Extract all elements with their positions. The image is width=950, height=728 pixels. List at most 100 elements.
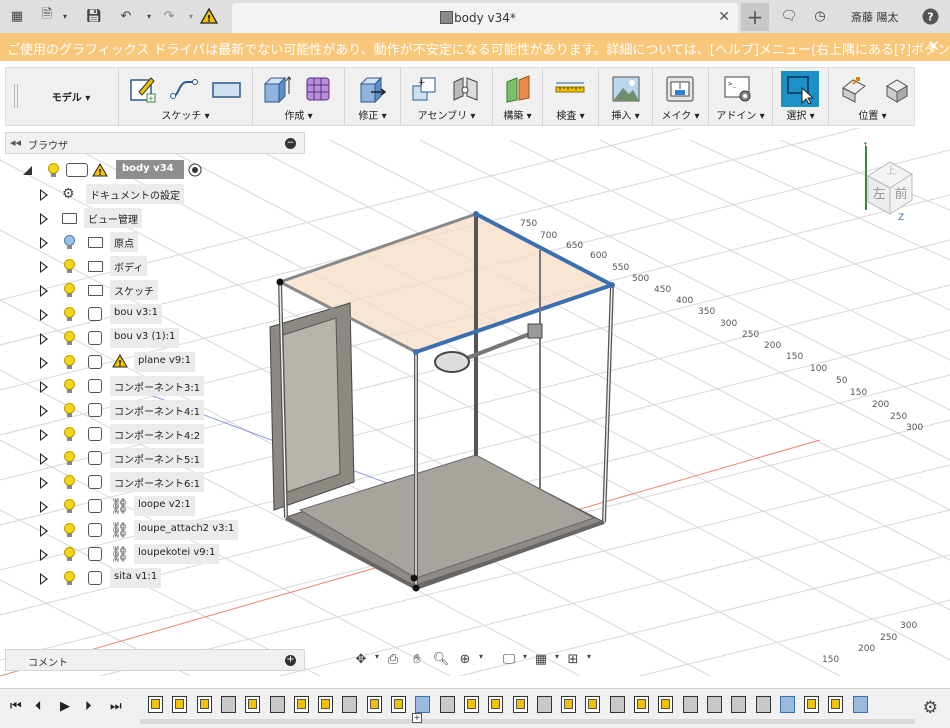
browser-tree-item[interactable]: コンポーネント3:1 [36,376,276,398]
notification-icon[interactable]: 🗨︎ [780,7,798,25]
warning-icon[interactable]: ! [112,354,128,371]
comment-panel-header[interactable]: コメント + [5,649,305,671]
visibility-bulb-icon[interactable] [64,235,75,249]
timeline-extrude-feature[interactable] [439,696,455,713]
construct-group[interactable]: 構築 ▾ [492,68,542,125]
modify-group-label[interactable]: 修正 ▾ [345,107,400,122]
collapse-browser-icon[interactable]: ◂◂ [10,136,21,149]
timeline-sketch-feature[interactable] [245,696,261,713]
timeline-sketch-feature[interactable] [634,696,649,713]
browser-tree-item-label[interactable]: plane v9:1 [134,352,195,372]
browser-tree-item[interactable]: ⛓︎ loope v2:1 [36,496,276,518]
timeline-sketch-feature[interactable] [172,696,188,713]
expand-arrow-icon[interactable] [40,309,48,321]
browser-tree-item[interactable]: ! plane v9:1 [36,352,276,374]
visibility-bulb-icon[interactable] [64,379,75,393]
browser-tree-item-label[interactable]: bou v3 (1):1 [110,328,180,348]
viewcube-left-face[interactable]: 左 [872,187,885,202]
browser-tree-item[interactable]: bou v3 (1):1 [36,328,276,350]
expand-arrow-icon[interactable] [40,357,48,369]
addins-group-label[interactable]: アドイン ▾ [709,107,772,122]
visibility-bulb-icon[interactable] [64,571,75,585]
line-icon[interactable] [169,74,199,104]
file-icon[interactable]: 🗎 [38,7,56,25]
revert-position-icon[interactable] [881,74,911,104]
browser-tree-item-label[interactable]: コンポーネント6:1 [110,472,205,492]
expand-arrow-icon[interactable] [40,453,48,465]
browser-tree-item[interactable]: コンポーネント4:2 [36,424,276,446]
browser-tree-item[interactable]: コンポーネント5:1 [36,448,276,470]
timeline-extrude-feature[interactable] [342,696,358,713]
expand-arrow-icon[interactable] [40,573,48,585]
expand-arrow-icon[interactable] [40,549,48,561]
document-tab[interactable]: body v34* ✕ [232,3,738,33]
position-group-label[interactable]: 位置 ▾ [829,107,916,122]
assemble-group[interactable]: + アセンブリ ▾ [400,68,492,125]
inspect-group[interactable]: 検査 ▾ [542,68,598,125]
timeline-extrude-feature[interactable] [269,696,285,713]
new-component-icon[interactable]: + [409,74,439,104]
insert-group[interactable]: 挿入 ▾ [598,68,652,125]
chevron-down-icon[interactable]: ▾ [56,7,74,25]
addins-group[interactable]: >_ アドイン ▾ [708,68,772,125]
close-tab-icon[interactable]: ✕ [718,9,730,25]
viewcube[interactable]: ↑ 上 左 前 Z [860,140,920,223]
timeline-sketch-feature[interactable] [828,696,844,713]
rectangle-icon[interactable] [211,74,241,104]
new-tab-button[interactable]: + [741,3,769,31]
browser-tree-item-label[interactable]: コンポーネント4:2 [110,424,205,444]
timeline-sketch-feature[interactable] [391,696,406,713]
visibility-bulb-icon[interactable] [48,163,59,177]
visibility-bulb-icon[interactable] [64,499,75,513]
inspect-group-label[interactable]: 検査 ▾ [543,107,598,122]
construct-group-label[interactable]: 構築 ▾ [493,107,542,122]
browser-tree-item-label[interactable]: コンポーネント3:1 [110,376,205,396]
minimize-browser-icon[interactable]: − [285,138,296,149]
chevron-down-icon[interactable]: ▾ [578,652,600,670]
visibility-bulb-icon[interactable] [64,523,75,537]
modify-group[interactable]: 修正 ▾ [344,68,400,125]
timeline-extrude-feature[interactable] [220,696,236,713]
browser-tree-item[interactable]: ⚙ ドキュメントの設定 [36,184,276,206]
timeline-sketch-feature[interactable] [488,696,504,713]
offset-plane-icon[interactable] [503,74,533,104]
expand-arrow-icon[interactable] [40,429,48,441]
browser-tree-item[interactable]: コンポーネント6:1 [36,472,276,494]
step-forward-icon[interactable]: ⏵︎ [85,699,92,714]
timeline-extrude-feature[interactable] [609,696,625,713]
pan-icon[interactable]: ✋︎ [406,652,428,670]
expand-arrow-icon[interactable] [40,213,48,225]
go-to-end-icon[interactable]: ⏭︎ [110,699,122,714]
timeline-sketch-feature[interactable] [318,696,334,713]
expand-arrow-icon[interactable] [40,285,48,297]
expand-arrow-icon[interactable] [40,477,48,489]
capture-position-icon[interactable] [839,74,869,104]
timeline-extrude-feature[interactable] [706,696,722,713]
expand-arrow-icon[interactable] [40,381,48,393]
timeline-plane-feature[interactable] [779,696,795,713]
browser-tree-item[interactable]: ビュー管理 [36,208,276,230]
press-pull-icon[interactable] [357,74,387,104]
timeline-plane-feature[interactable] [415,696,431,713]
close-warning-icon[interactable]: ✕ [927,37,940,55]
create-sketch-icon[interactable]: + [127,74,157,104]
expand-arrow-icon[interactable] [40,237,48,249]
chevron-down-icon[interactable]: ▾ [140,7,158,25]
browser-tree-item-label[interactable]: bou v3:1 [110,304,162,324]
browser-tree-item-label[interactable]: ドキュメントの設定 [86,184,184,204]
help-icon[interactable]: ? [921,7,939,25]
make-group[interactable]: メイク ▾ [652,68,708,125]
visibility-bulb-icon[interactable] [64,403,75,417]
chevron-down-icon[interactable]: ▾ [470,652,492,670]
visibility-bulb-icon[interactable] [64,259,75,273]
browser-tree-item[interactable]: ボディ [36,256,276,278]
browser-tree-item[interactable]: ⛓︎ loupe_attach2 v3:1 [36,520,276,542]
visibility-bulb-icon[interactable] [64,331,75,345]
insert-group-label[interactable]: 挿入 ▾ [599,107,652,122]
timeline-sketch-feature[interactable] [196,696,212,713]
insert-image-icon[interactable] [611,74,641,104]
go-to-start-icon[interactable]: ⏮︎ [10,699,22,714]
timeline-sketch-feature[interactable] [804,696,820,713]
sketch-group[interactable]: + スケッチ ▾ [118,68,252,125]
create-group[interactable]: 作成 ▾ [252,68,344,125]
